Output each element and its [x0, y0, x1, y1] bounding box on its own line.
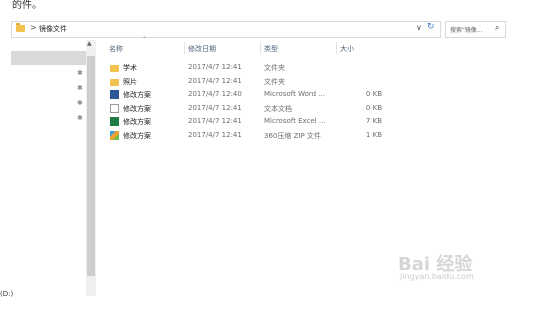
column-divider[interactable]	[260, 42, 261, 54]
file-size: 1 KB	[365, 130, 382, 139]
file-modified-date: 2017/4/7 12:41	[188, 130, 242, 139]
search-input[interactable]: 搜索"镜像... ⌕	[445, 21, 506, 38]
zip-archive-icon	[110, 130, 119, 140]
file-name: 学术	[123, 64, 137, 72]
file-modified-date: 2017/4/7 12:40	[188, 90, 242, 98]
breadcrumb-current-folder[interactable]: 镜像文件	[39, 24, 67, 34]
file-size: 7 KB	[365, 117, 382, 125]
text-document-icon	[110, 103, 119, 113]
file-modified-date: 2017/4/7 12:41	[188, 63, 242, 71]
pin-icon: ✱	[77, 69, 83, 77]
file-name: 修改方案	[123, 91, 151, 99]
pin-icon: ✱	[77, 99, 83, 107]
file-type: Microsoft Excel ...	[264, 117, 326, 125]
file-name: 照片	[123, 77, 137, 86]
file-name: 修改方案	[123, 118, 151, 126]
refresh-icon[interactable]: ↻	[427, 22, 435, 32]
folder-icon	[110, 65, 119, 72]
file-type: 文件夹	[264, 64, 285, 72]
nav-scrollbar-thumb[interactable]	[87, 56, 95, 276]
column-header-type[interactable]: 类型	[264, 44, 278, 54]
column-header-date[interactable]: 修改日期	[188, 44, 216, 54]
file-modified-date: 2017/4/7 12:41	[188, 103, 242, 112]
column-divider[interactable]	[184, 42, 185, 54]
search-placeholder: 搜索"镜像...	[450, 27, 483, 34]
file-row[interactable]: 修改方案 2017/4/7 12:41 文本文档 0 KB	[108, 102, 408, 115]
word-document-icon	[110, 90, 119, 99]
file-row[interactable]: 照片 2017/4/7 12:41 文件夹	[108, 75, 408, 88]
pin-icon: ✱	[77, 84, 83, 92]
scroll-up-icon[interactable]: ▲	[87, 40, 92, 47]
file-name: 修改方案	[123, 131, 151, 140]
top-caption-text: 的件。	[12, 0, 42, 11]
file-size: 0 KB	[365, 103, 382, 112]
file-type: 360压缩 ZIP 文件	[264, 131, 321, 140]
breadcrumb-chevron-icon[interactable]: >	[30, 23, 37, 32]
file-row[interactable]: 学术 2017/4/7 12:41 文件夹	[108, 61, 408, 74]
file-size: 0 KB	[365, 90, 382, 98]
column-header-name[interactable]: 名称	[109, 44, 123, 54]
watermark-url: jingyan.baidu.com	[400, 272, 474, 281]
file-modified-date: 2017/4/7 12:41	[188, 117, 242, 125]
file-modified-date: 2017/4/7 12:41	[188, 76, 242, 85]
search-icon[interactable]: ⌕	[495, 23, 499, 33]
navigation-pane: ✱ ✱ ✱ ✱ ▲	[11, 40, 96, 296]
address-dropdown-icon[interactable]: ∨	[416, 23, 422, 32]
address-bar[interactable]: > 镜像文件 ∨ ↻	[11, 21, 441, 38]
file-type: 文本文档	[264, 104, 292, 113]
file-row[interactable]: 修改方案 2017/4/7 12:41 Microsoft Excel ... 7 K…	[108, 115, 408, 128]
file-name: 修改方案	[123, 104, 151, 113]
nav-item-selected[interactable]	[11, 51, 86, 65]
file-type: Microsoft Word ...	[264, 90, 325, 98]
column-header-size[interactable]: 大小	[340, 44, 354, 54]
sort-ascending-icon: ⌃	[142, 36, 148, 43]
pin-icon: ✱	[77, 114, 83, 122]
column-divider[interactable]	[336, 42, 337, 54]
folder-icon	[16, 23, 25, 32]
file-row[interactable]: 修改方案 2017/4/7 12:40 Microsoft Word ... 0 KB	[108, 88, 408, 101]
file-type: 文件夹	[264, 77, 285, 86]
folder-icon	[110, 78, 119, 86]
file-row[interactable]: 修改方案 2017/4/7 12:41 360压缩 ZIP 文件 1 KB	[108, 129, 408, 142]
excel-document-icon	[110, 117, 119, 126]
nav-drive-label[interactable]: (D:)	[0, 290, 13, 298]
